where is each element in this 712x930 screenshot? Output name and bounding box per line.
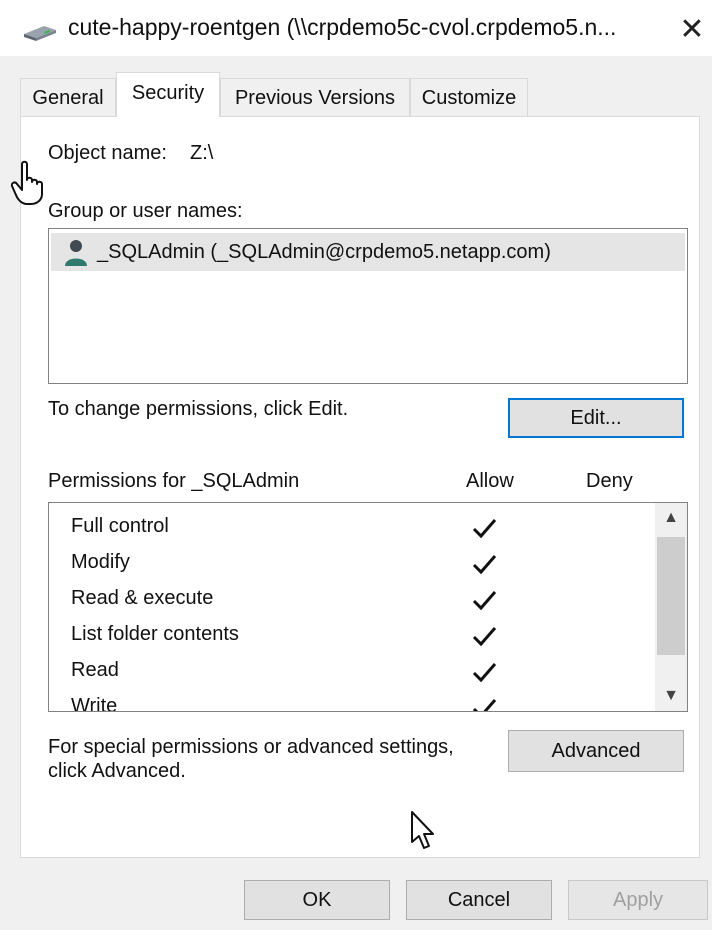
user-icon [65,240,87,266]
deny-column-header: Deny [586,470,633,492]
apply-button[interactable]: Apply [568,880,708,920]
permissions-label: Permissions for _SQLAdmin [48,470,300,492]
object-name-label: Object name: [48,142,167,164]
check-icon [472,519,497,539]
permission-name: Modify [71,551,130,573]
close-button[interactable]: ✕ [672,8,712,52]
permission-name: List folder contents [71,623,239,645]
list-item[interactable]: _SQLAdmin (_SQLAdmin@crpdemo5.netapp.com… [51,233,685,271]
arrow-cursor-icon [411,811,434,849]
permission-row: Write [49,689,655,712]
dialog-body: General Security Previous Versions Custo… [0,56,712,930]
group-names-label: Group or user names: [48,200,243,222]
permission-row: Read & execute [49,581,655,617]
tab-previous-versions[interactable]: Previous Versions [220,78,410,116]
check-icon [472,555,497,575]
advanced-button[interactable]: Advanced [508,730,684,772]
list-item-label: _SQLAdmin (_SQLAdmin@crpdemo5.netapp.com… [97,240,551,263]
ok-button[interactable]: OK [244,880,390,920]
network-drive-icon [24,26,56,41]
permissions-list[interactable]: Full control Modify Read & execute List … [48,502,688,712]
hand-cursor-icon [10,160,43,205]
advanced-hint-line2: click Advanced. [48,760,186,782]
window-title: cute-happy-roentgen (\\crpdemo5c-cvol.cr… [68,14,617,40]
permission-row: List folder contents [49,617,655,653]
permission-name: Read & execute [71,587,214,609]
allow-column-header: Allow [466,470,514,492]
permission-row: Full control [49,509,655,545]
object-name-value: Z:\ [190,142,214,164]
cancel-button[interactable]: Cancel [406,880,552,920]
check-icon [472,663,497,683]
title-bar: cute-happy-roentgen (\\crpdemo5c-cvol.cr… [0,0,712,56]
edit-button[interactable]: Edit... [508,398,684,438]
change-permissions-hint: To change permissions, click Edit. [48,398,349,420]
tab-customize[interactable]: Customize [410,78,528,116]
scroll-thumb[interactable] [657,537,685,655]
group-names-list[interactable]: _SQLAdmin (_SQLAdmin@crpdemo5.netapp.com… [48,228,688,384]
advanced-hint-line1: For special permissions or advanced sett… [48,736,454,758]
permission-row: Read [49,653,655,689]
permissions-scrollbar[interactable]: ▲ ▼ [655,503,687,711]
permission-row: Modify [49,545,655,581]
scroll-up-arrow-icon[interactable]: ▲ [655,503,687,533]
permission-name: Write [71,695,118,712]
check-icon [472,627,497,647]
permission-name: Read [71,659,119,681]
check-icon [472,699,497,711]
check-icon [472,591,497,611]
scroll-down-arrow-icon[interactable]: ▼ [655,681,687,711]
tab-general[interactable]: General [20,78,116,116]
tab-security[interactable]: Security [116,72,220,117]
permission-name: Full control [71,515,169,537]
